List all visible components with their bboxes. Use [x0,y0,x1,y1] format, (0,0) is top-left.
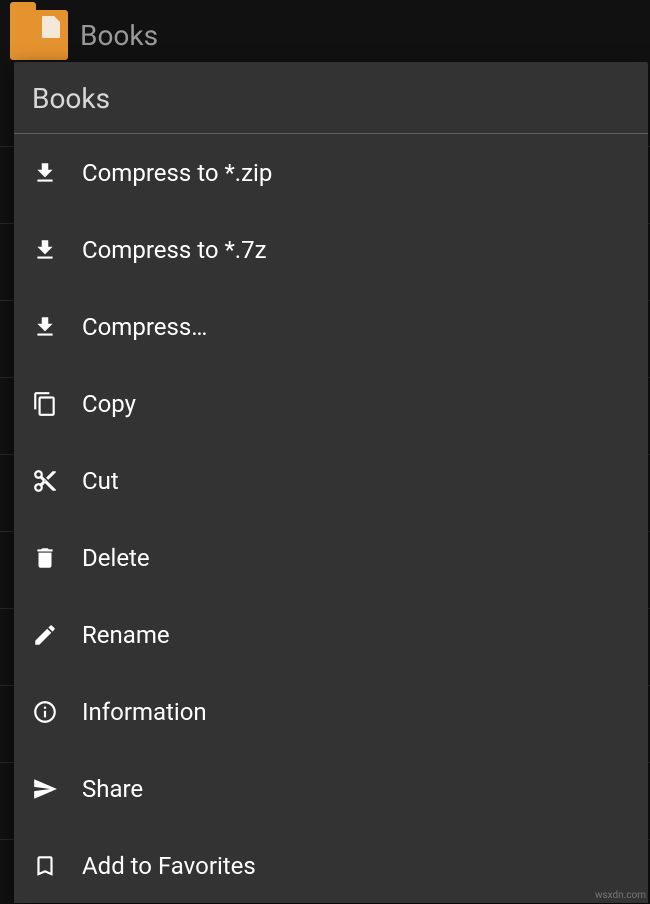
menu-item-label: Rename [74,621,170,649]
menu-compress-more[interactable]: Compress… [14,288,648,365]
menu-cut[interactable]: Cut [14,442,648,519]
menu-delete[interactable]: Delete [14,519,648,596]
header-title: Books [80,19,158,52]
folder-icon [10,10,68,60]
context-menu: Books Compress to *.zip Compress to *.7z… [14,62,648,903]
copy-icon [32,391,74,417]
menu-share[interactable]: Share [14,750,648,827]
context-menu-title: Books [14,62,648,134]
document-icon [42,16,60,38]
info-icon [32,699,74,725]
menu-copy[interactable]: Copy [14,365,648,442]
menu-item-label: Cut [74,467,119,495]
download-icon [32,314,74,340]
menu-item-label: Delete [74,544,150,572]
bookmark-icon [32,853,74,879]
rename-icon [32,622,74,648]
download-icon [32,160,74,186]
menu-item-label: Compress… [74,313,207,341]
menu-item-label: Information [74,698,207,726]
menu-item-label: Compress to *.zip [74,159,272,187]
menu-compress-7z[interactable]: Compress to *.7z [14,211,648,288]
menu-item-label: Compress to *.7z [74,236,267,264]
menu-information[interactable]: Information [14,673,648,750]
cut-icon [32,468,74,494]
delete-icon [32,545,74,571]
app-header: Books [0,0,650,70]
menu-item-label: Add to Favorites [74,852,256,880]
menu-rename[interactable]: Rename [14,596,648,673]
menu-compress-zip[interactable]: Compress to *.zip [14,134,648,211]
menu-item-label: Copy [74,390,136,418]
watermark: wsxdn.com [595,890,646,901]
menu-item-label: Share [74,775,143,803]
download-icon [32,237,74,263]
share-icon [32,776,74,802]
menu-add-favorites[interactable]: Add to Favorites [14,827,648,904]
